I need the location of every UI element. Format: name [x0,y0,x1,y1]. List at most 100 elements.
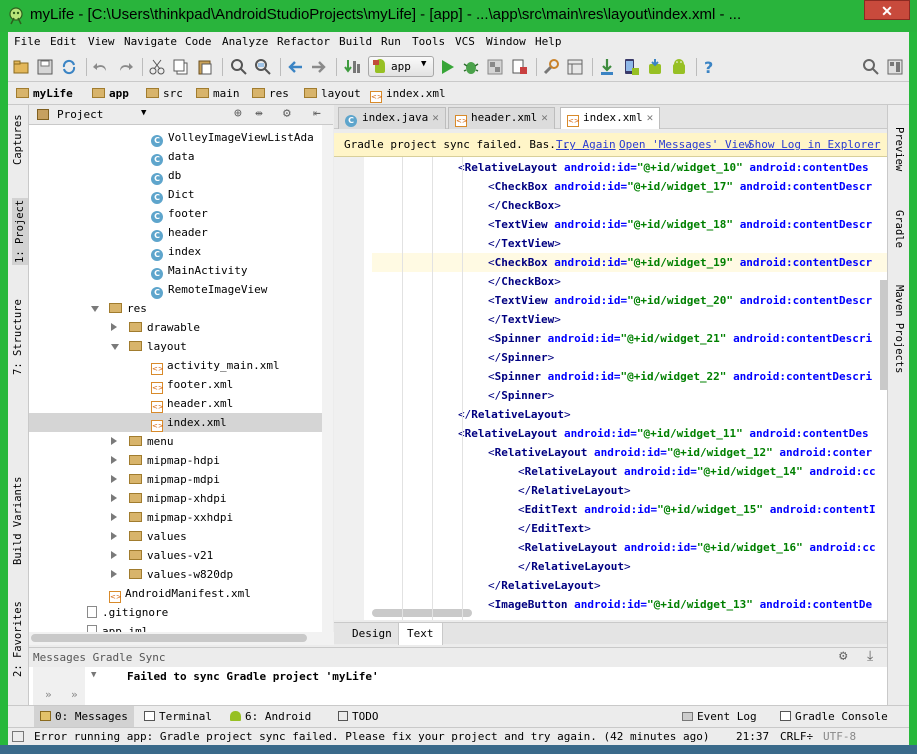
tab-project[interactable]: 1: Project [12,197,28,265]
help-icon[interactable]: ? [700,58,718,76]
expand-arrow-icon[interactable] [111,570,117,578]
menu-build[interactable]: Build [339,35,372,48]
hide-panel-icon[interactable]: ⤓ [867,648,873,664]
tree-item[interactable]: <> AndroidManifest.xml [29,584,322,603]
save-icon[interactable] [36,58,54,76]
tree-item[interactable]: mipmap-hdpi [29,451,322,470]
tree-item[interactable]: menu [29,432,322,451]
tree-item[interactable]: .gitignore [29,603,322,622]
tab-text[interactable]: Text [398,623,443,645]
expand-icon[interactable]: » [71,688,78,701]
code-line[interactable]: <RelativeLayout android:id="@+id/widget_… [372,462,887,481]
menu-edit[interactable]: Edit [50,35,77,48]
expand-arrow-icon[interactable] [111,494,117,502]
code-line[interactable]: <RelativeLayout android:id="@+id/widget_… [372,424,887,443]
tab-event-log[interactable]: Event Log [676,706,763,728]
tree-item[interactable]: <> index.xml [29,413,322,432]
menu-code[interactable]: Code [185,35,212,48]
menu-vcs[interactable]: VCS [455,35,475,48]
project-tree-hscroll-thumb[interactable] [31,634,307,642]
code-line[interactable]: </RelativeLayout> [372,576,887,595]
copy-icon[interactable] [172,58,190,76]
chevron-down-icon[interactable]: ▼ [91,670,96,680]
toggle-tool-windows-icon[interactable] [12,731,24,742]
tree-item[interactable]: Cdata [29,147,322,166]
breadcrumb-item[interactable]: myLife [16,87,73,101]
file-encoding[interactable]: UTF-8 [823,730,856,743]
tree-item[interactable]: mipmap-mdpi [29,470,322,489]
coverage-icon[interactable] [486,58,504,76]
tree-item[interactable]: drawable [29,318,322,337]
tab-maven-projects[interactable]: Maven Projects [893,285,905,374]
code-line[interactable]: <RelativeLayout android:id="@+id/widget_… [372,443,887,462]
forward-icon[interactable] [310,58,328,76]
tree-item[interactable]: C RemoteImageView [29,280,322,299]
code-editor[interactable]: <RelativeLayout android:id="@+id/widget_… [372,157,887,620]
tree-item[interactable]: Cdb [29,166,322,185]
project-view-selector[interactable]: Project [57,108,103,121]
code-line[interactable]: </RelativeLayout> [372,405,887,424]
tab-header-xml[interactable]: <> header.xml ✕ [448,107,555,129]
close-icon[interactable]: ✕ [541,111,548,124]
code-line[interactable]: <CheckBox android:id="@+id/widget_19" an… [372,253,887,272]
menu-navigate[interactable]: Navigate [124,35,177,48]
gradle-sync-icon[interactable] [646,58,664,76]
tree-item[interactable]: mipmap-xxhdpi [29,508,322,527]
tree-item[interactable]: <> activity_main.xml [29,356,322,375]
tab-favorites[interactable]: 2: Favorites [12,601,24,677]
code-line[interactable]: </TextView> [372,310,887,329]
gear-icon[interactable]: ⚙ [839,648,847,664]
breadcrumb-item[interactable]: src [146,87,183,101]
collapse-arrow-icon[interactable] [91,306,99,312]
editor-hscroll-thumb[interactable] [372,609,472,617]
android-monitor-icon[interactable] [670,58,688,76]
code-line[interactable]: <EditText android:id="@+id/widget_15" an… [372,500,887,519]
tree-item[interactable]: Cheader [29,223,322,242]
window-close-button[interactable]: ✕ [864,0,910,20]
collapse-all-icon[interactable]: ⇹ [255,106,263,121]
open-icon[interactable] [12,58,30,76]
menu-tools[interactable]: Tools [412,35,445,48]
tab-structure[interactable]: 7: Structure [12,299,24,375]
paste-icon[interactable] [196,58,214,76]
status-message[interactable]: Error running app: Gradle project sync f… [34,730,710,743]
layout-icon[interactable] [886,58,904,76]
expand-arrow-icon[interactable] [111,513,117,521]
menu-help[interactable]: Help [535,35,562,48]
hide-panel-icon[interactable]: ⇤ [313,106,321,121]
tree-item[interactable]: values-v21 [29,546,322,565]
tree-item[interactable]: <> header.xml [29,394,322,413]
collapse-arrow-icon[interactable] [111,344,119,350]
expand-arrow-icon[interactable] [111,532,117,540]
cut-icon[interactable] [148,58,166,76]
breadcrumb-item[interactable]: res [252,87,289,101]
code-line[interactable]: <Spinner android:id="@+id/widget_21" and… [372,329,887,348]
tab-gradle[interactable]: Gradle [893,210,905,248]
menu-refactor[interactable]: Refactor [277,35,330,48]
tab-terminal[interactable]: Terminal [138,706,218,728]
open-messages-link[interactable]: Open 'Messages' View [619,138,751,151]
show-log-link[interactable]: Show Log in Explorer [748,138,880,151]
expand-icon[interactable]: » [45,688,52,701]
tab-build-variants[interactable]: Build Variants [12,476,24,565]
tab-todo[interactable]: TODO [332,706,385,728]
menu-window[interactable]: Window [486,35,526,48]
chevron-down-icon[interactable]: ▼ [141,108,146,118]
find-icon[interactable] [230,58,248,76]
tree-item[interactable]: C VolleyImageViewListAda [29,128,322,147]
gear-icon[interactable]: ⚙ [283,106,291,121]
debug-icon[interactable] [462,58,480,76]
line-separator[interactable]: CRLF÷ [780,730,813,743]
sync-error-message[interactable]: Failed to sync Gradle project 'myLife' [127,670,917,683]
breadcrumb-item[interactable]: app [92,87,129,101]
code-line[interactable]: </EditText> [372,519,887,538]
code-line[interactable]: <RelativeLayout android:id="@+id/widget_… [372,158,887,177]
expand-arrow-icon[interactable] [111,437,117,445]
code-line[interactable]: </CheckBox> [372,196,887,215]
try-again-link[interactable]: Try Again [556,138,616,151]
tab-index-java[interactable]: Cindex.java ✕ [338,107,446,129]
project-structure-icon[interactable] [566,58,584,76]
editor-scroll-thumb[interactable] [880,280,887,390]
tab-preview[interactable]: Preview [893,127,905,171]
tree-item[interactable]: Cfooter [29,204,322,223]
